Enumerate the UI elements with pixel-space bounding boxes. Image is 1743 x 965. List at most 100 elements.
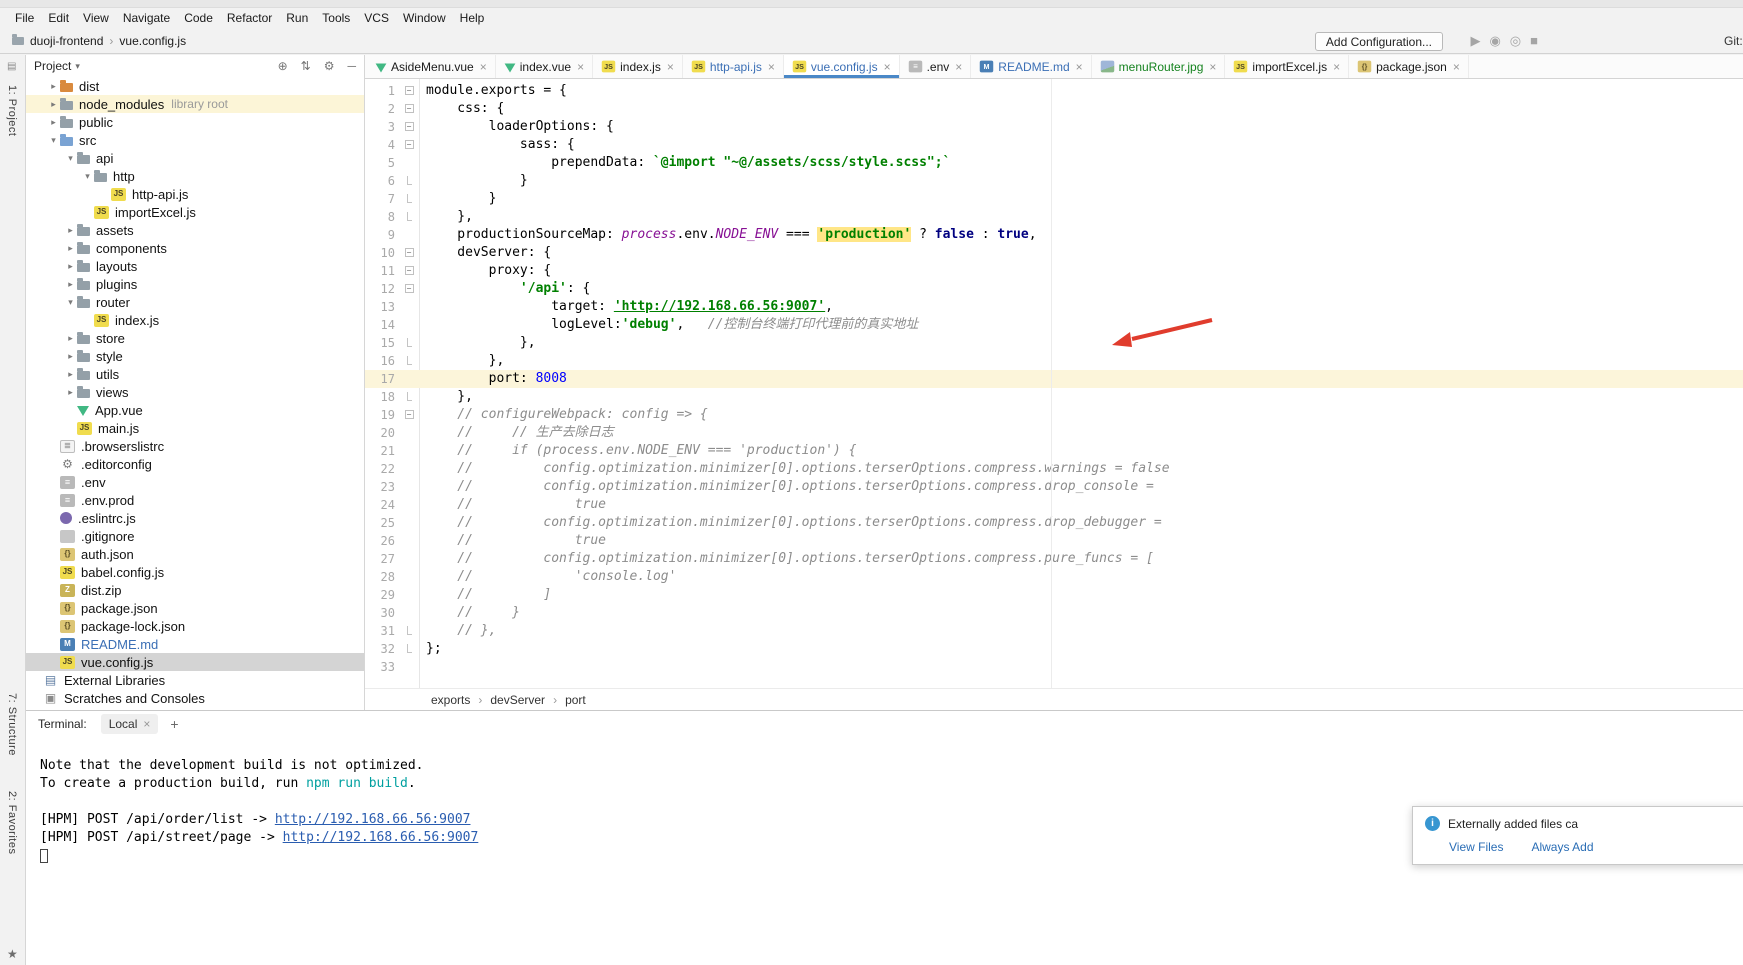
favorites-star-icon[interactable]: ★	[7, 947, 18, 961]
code-line[interactable]: 3− loaderOptions: {	[365, 118, 1743, 136]
project-tool-window-button[interactable]: 1: Project	[6, 85, 18, 136]
chevron-right-icon[interactable]: ▸	[64, 369, 77, 380]
code-line[interactable]: 25 // config.optimization.minimizer[0].o…	[365, 514, 1743, 532]
code-editor[interactable]: 1−module.exports = {2− css: {3− loaderOp…	[365, 79, 1743, 688]
menu-item-view[interactable]: View	[76, 9, 116, 27]
stop-icon[interactable]: ■	[1530, 33, 1538, 48]
collapse-all-icon[interactable]: ⇅	[301, 59, 311, 73]
close-tab-icon[interactable]: ×	[667, 60, 674, 74]
fold-open-icon[interactable]: −	[399, 100, 419, 118]
tree-item-layouts[interactable]: ▸layouts	[26, 257, 364, 275]
editor-tab-importexcel-js[interactable]: JSimportExcel.js×	[1225, 55, 1349, 78]
tree-item-api[interactable]: ▾api	[26, 149, 364, 167]
new-terminal-tab-icon[interactable]: +	[170, 716, 178, 732]
tree-item-main-js[interactable]: JSmain.js	[26, 419, 364, 437]
tree-item-package-json[interactable]: {}package.json	[26, 599, 364, 617]
fold-close-icon[interactable]	[399, 334, 419, 352]
tree-item-auth-json[interactable]: {}auth.json	[26, 545, 364, 563]
select-opened-file-icon[interactable]: ⊕	[278, 59, 288, 73]
code-line[interactable]: 7 }	[365, 190, 1743, 208]
tree-item-gitignore[interactable]: .gitignore	[26, 527, 364, 545]
notification-popup[interactable]: i Externally added files ca View Files A…	[1412, 806, 1743, 865]
code-line[interactable]: 10− devServer: {	[365, 244, 1743, 262]
menu-item-code[interactable]: Code	[177, 9, 220, 27]
fold-open-icon[interactable]: −	[399, 136, 419, 154]
breadcrumb-file[interactable]: vue.config.js	[119, 34, 186, 48]
code-line[interactable]: 28 // 'console.log'	[365, 568, 1743, 586]
terminal-tab-local[interactable]: Local ×	[101, 714, 159, 734]
code-line[interactable]: 4− sass: {	[365, 136, 1743, 154]
code-line[interactable]: 11− proxy: {	[365, 262, 1743, 280]
terminal-link[interactable]: http://192.168.66.56:9007	[283, 830, 479, 845]
code-line[interactable]: 12− '/api': {	[365, 280, 1743, 298]
code-line[interactable]: 33	[365, 658, 1743, 676]
menu-item-run[interactable]: Run	[279, 9, 315, 27]
editor-tab-asidemenu-vue[interactable]: AsideMenu.vue×	[367, 55, 496, 78]
tree-item-dist[interactable]: ▸dist	[26, 77, 364, 95]
tree-item-dist-zip[interactable]: Zdist.zip	[26, 581, 364, 599]
project-panel-title[interactable]: Project	[34, 59, 71, 73]
tree-item-editorconfig[interactable]: ⚙.editorconfig	[26, 455, 364, 473]
code-line[interactable]: 1−module.exports = {	[365, 82, 1743, 100]
close-tab-icon[interactable]: ×	[1076, 60, 1083, 74]
menu-item-help[interactable]: Help	[453, 9, 492, 27]
chevron-right-icon[interactable]: ▸	[64, 351, 77, 362]
tree-item-utils[interactable]: ▸utils	[26, 365, 364, 383]
fold-close-icon[interactable]	[399, 622, 419, 640]
close-tab-icon[interactable]: ×	[884, 60, 891, 74]
chevron-right-icon[interactable]: ▸	[64, 261, 77, 272]
fold-close-icon[interactable]	[399, 190, 419, 208]
code-line[interactable]: 30 // }	[365, 604, 1743, 622]
tree-item-views[interactable]: ▸views	[26, 383, 364, 401]
fold-close-icon[interactable]	[399, 640, 419, 658]
fold-open-icon[interactable]: −	[399, 118, 419, 136]
tree-item-node-modules[interactable]: ▸node_moduleslibrary root	[26, 95, 364, 113]
fold-open-icon[interactable]: −	[399, 406, 419, 424]
tree-item-package-lock-json[interactable]: {}package-lock.json	[26, 617, 364, 635]
breadcrumb-item-devserver[interactable]: devServer	[490, 693, 545, 707]
editor-tab-package-json[interactable]: {}package.json×	[1349, 55, 1469, 78]
code-line[interactable]: 8 },	[365, 208, 1743, 226]
terminal-link[interactable]: http://192.168.66.56:9007	[275, 812, 471, 827]
code-line[interactable]: 18 },	[365, 388, 1743, 406]
editor-tab-menurouter-jpg[interactable]: menuRouter.jpg×	[1092, 55, 1226, 78]
chevron-right-icon[interactable]: ▸	[64, 333, 77, 344]
code-line[interactable]: 27 // config.optimization.minimizer[0].o…	[365, 550, 1743, 568]
tree-item-app-vue[interactable]: App.vue	[26, 401, 364, 419]
favorites-tool-window-button[interactable]: 2: Favorites	[6, 791, 18, 854]
close-tab-icon[interactable]: ×	[1209, 60, 1216, 74]
menu-item-navigate[interactable]: Navigate	[116, 9, 177, 27]
gear-icon[interactable]: ⚙	[324, 59, 335, 73]
tree-item-index-js[interactable]: JSindex.js	[26, 311, 364, 329]
fold-close-icon[interactable]	[399, 388, 419, 406]
breadcrumb-item-exports[interactable]: exports	[431, 693, 470, 707]
close-tab-icon[interactable]: ×	[955, 60, 962, 74]
hide-panel-icon[interactable]: ─	[347, 59, 356, 73]
tree-item-env[interactable]: ≡.env	[26, 473, 364, 491]
fold-open-icon[interactable]: −	[399, 82, 419, 100]
code-line[interactable]: 19− // configureWebpack: config => {	[365, 406, 1743, 424]
add-configuration-button[interactable]: Add Configuration...	[1315, 32, 1443, 51]
editor-tab-vue-config-js[interactable]: JSvue.config.js×	[784, 55, 900, 78]
tree-item-babel-config-js[interactable]: JSbabel.config.js	[26, 563, 364, 581]
chevron-right-icon[interactable]: ▸	[64, 225, 77, 236]
fold-open-icon[interactable]: −	[399, 244, 419, 262]
code-line[interactable]: 32};	[365, 640, 1743, 658]
code-line[interactable]: 2− css: {	[365, 100, 1743, 118]
close-tab-icon[interactable]: ×	[480, 60, 487, 74]
tree-item-env-prod[interactable]: ≡.env.prod	[26, 491, 364, 509]
menu-item-tools[interactable]: Tools	[315, 9, 357, 27]
editor-tab-env[interactable]: ≡.env×	[900, 55, 972, 78]
tree-item-vue-config-js[interactable]: JSvue.config.js	[26, 653, 364, 671]
code-line[interactable]: 20 // // 生产去除日志	[365, 424, 1743, 442]
tree-item-external-libraries[interactable]: ▤External Libraries	[26, 671, 364, 689]
fold-close-icon[interactable]	[399, 172, 419, 190]
menu-item-edit[interactable]: Edit	[41, 9, 76, 27]
run-icon[interactable]: ▶	[1470, 33, 1480, 48]
coverage-icon[interactable]: ◎	[1510, 33, 1521, 48]
menu-item-file[interactable]: File	[8, 9, 41, 27]
terminal-title[interactable]: Terminal:	[38, 717, 87, 731]
chevron-right-icon[interactable]: ▸	[47, 117, 60, 128]
close-tab-icon[interactable]: ×	[1453, 60, 1460, 74]
menu-item-vcs[interactable]: VCS	[357, 9, 396, 27]
